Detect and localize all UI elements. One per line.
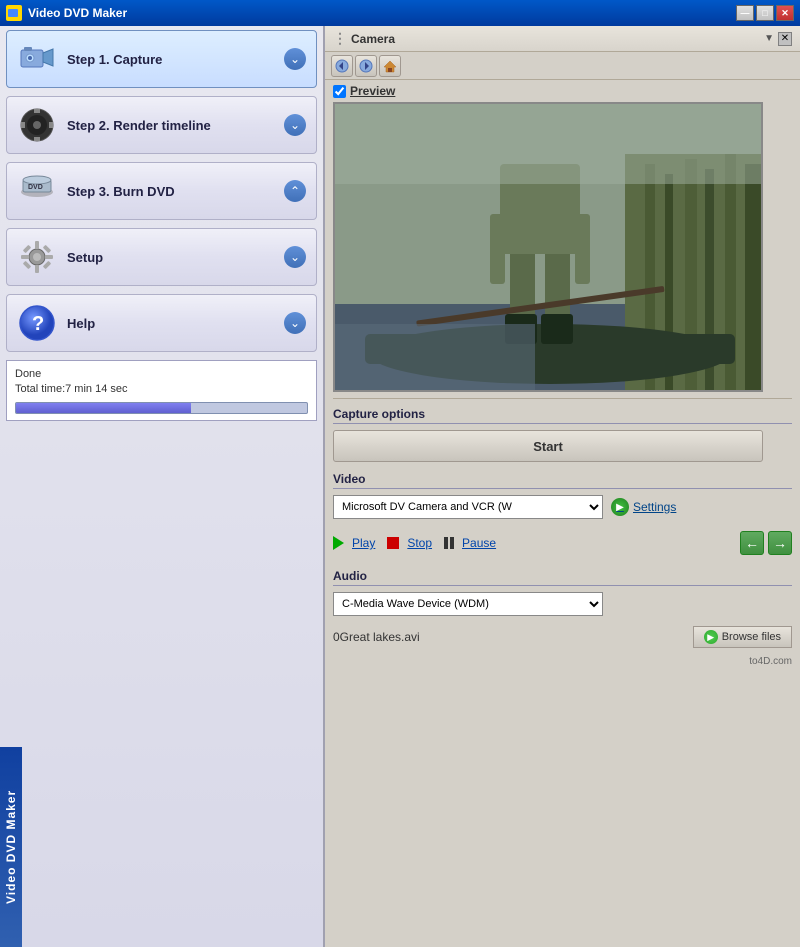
vertical-app-label: Video DVD Maker (0, 747, 22, 947)
panel-close-button[interactable]: ✕ (778, 32, 792, 46)
play-button[interactable]: Play (333, 536, 375, 550)
nav-forward-button[interactable] (355, 55, 377, 77)
sidebar-arrow-step2: ⌄ (284, 114, 306, 136)
svg-text:?: ? (32, 313, 44, 335)
audio-device-select[interactable]: C-Media Wave Device (WDM) (333, 592, 603, 616)
sidebar-item-help-label: Help (67, 316, 284, 331)
progress-bar-container (15, 402, 308, 414)
dvd-icon: DVD (17, 171, 57, 211)
panel-header: ⋮ Camera ▼ ✕ (325, 26, 800, 52)
preview-checkbox-row: Preview (333, 84, 792, 98)
status-line2: Total time:7 min 14 sec (15, 382, 308, 397)
prev-button[interactable]: ← (740, 531, 764, 555)
camera-panel-title: Camera (351, 32, 395, 46)
nav-back-button[interactable] (331, 55, 353, 77)
play-icon (333, 536, 344, 550)
start-button[interactable]: Start (333, 430, 763, 462)
video-section: Video Microsoft DV Camera and VCR (W ▶ S… (325, 466, 800, 565)
capture-options-section: Capture options Start (325, 399, 800, 466)
settings-icon: ▶ (611, 498, 629, 516)
panel-grip: ⋮ (333, 30, 347, 47)
status-box: Done Total time:7 min 14 sec (6, 360, 317, 421)
audio-section: Audio C-Media Wave Device (WDM) (325, 565, 800, 620)
watermark-area: to4D.com (325, 654, 800, 669)
settings-button[interactable]: ▶ Settings (611, 498, 676, 516)
sidebar-item-step1[interactable]: Step 1. Capture ⌄ (6, 30, 317, 88)
sidebar-item-help[interactable]: ? Help ⌄ (6, 294, 317, 352)
stop-icon (387, 537, 399, 549)
sidebar-item-setup-label: Setup (67, 250, 284, 265)
browse-icon: ▶ (704, 630, 718, 644)
app-icon (6, 5, 22, 21)
browse-button[interactable]: ▶ Browse files (693, 626, 792, 648)
status-line1: Done (15, 367, 308, 382)
preview-label[interactable]: Preview (350, 84, 395, 98)
preview-image (333, 102, 763, 392)
pause-label: Pause (462, 536, 496, 550)
file-name: 0Great lakes.avi (333, 630, 420, 644)
stop-label: Stop (407, 536, 432, 550)
film-icon (17, 105, 57, 145)
stop-button[interactable]: Stop (387, 536, 432, 550)
nav-toolbar (325, 52, 800, 80)
app-title: Video DVD Maker (28, 6, 736, 20)
sidebar-item-step2-label: Step 2. Render timeline (67, 118, 284, 133)
preview-checkbox[interactable] (333, 85, 346, 98)
sidebar: Step 1. Capture ⌄ Step 2. Render timelin… (0, 26, 325, 947)
sidebar-arrow-help: ⌄ (284, 312, 306, 334)
playback-nav: ← → (740, 531, 792, 555)
play-label: Play (352, 536, 375, 550)
video-section-title: Video (333, 472, 792, 489)
help-icon: ? (17, 303, 57, 343)
maximize-button[interactable]: □ (756, 5, 774, 21)
sidebar-item-step2[interactable]: Step 2. Render timeline ⌄ (6, 96, 317, 154)
capture-options-title: Capture options (333, 407, 792, 424)
gear-icon (17, 237, 57, 277)
sidebar-item-step1-label: Step 1. Capture (67, 52, 284, 67)
window-controls: — □ ✕ (736, 5, 794, 21)
sidebar-arrow-step1: ⌄ (284, 48, 306, 70)
right-panel: ⋮ Camera ▼ ✕ (325, 26, 800, 947)
svg-text:DVD: DVD (28, 184, 43, 191)
progress-bar (16, 403, 191, 413)
preview-section: Preview (325, 80, 800, 392)
sidebar-item-step3-label: Step 3. Burn DVD (67, 184, 284, 199)
main-window: Step 1. Capture ⌄ Step 2. Render timelin… (0, 26, 800, 947)
camera-icon (17, 39, 57, 79)
video-dropdown-row: Microsoft DV Camera and VCR (W ▶ Setting… (333, 495, 792, 519)
file-section: 0Great lakes.avi ▶ Browse files (325, 620, 800, 654)
watermark-text: to4D.com (749, 656, 792, 667)
playback-controls: Play Stop Pause ← → (333, 527, 792, 559)
pause-button[interactable]: Pause (444, 536, 496, 550)
panel-dropdown-btn[interactable]: ▼ (764, 33, 774, 44)
panel-header-controls: ▼ ✕ (764, 32, 792, 46)
close-button[interactable]: ✕ (776, 5, 794, 21)
panel-title: ⋮ Camera (333, 30, 395, 47)
sidebar-item-setup[interactable]: Setup ⌄ (6, 228, 317, 286)
audio-section-title: Audio (333, 569, 792, 586)
sidebar-arrow-step3: ⌃ (284, 180, 306, 202)
title-bar: Video DVD Maker — □ ✕ (0, 0, 800, 26)
nav-home-button[interactable] (379, 55, 401, 77)
browse-label: Browse files (722, 631, 781, 643)
settings-label: Settings (633, 500, 676, 514)
minimize-button[interactable]: — (736, 5, 754, 21)
sidebar-arrow-setup: ⌄ (284, 246, 306, 268)
next-button[interactable]: → (768, 531, 792, 555)
pause-icon (444, 537, 454, 549)
sidebar-item-step3[interactable]: DVD Step 3. Burn DVD ⌃ (6, 162, 317, 220)
video-device-select[interactable]: Microsoft DV Camera and VCR (W (333, 495, 603, 519)
